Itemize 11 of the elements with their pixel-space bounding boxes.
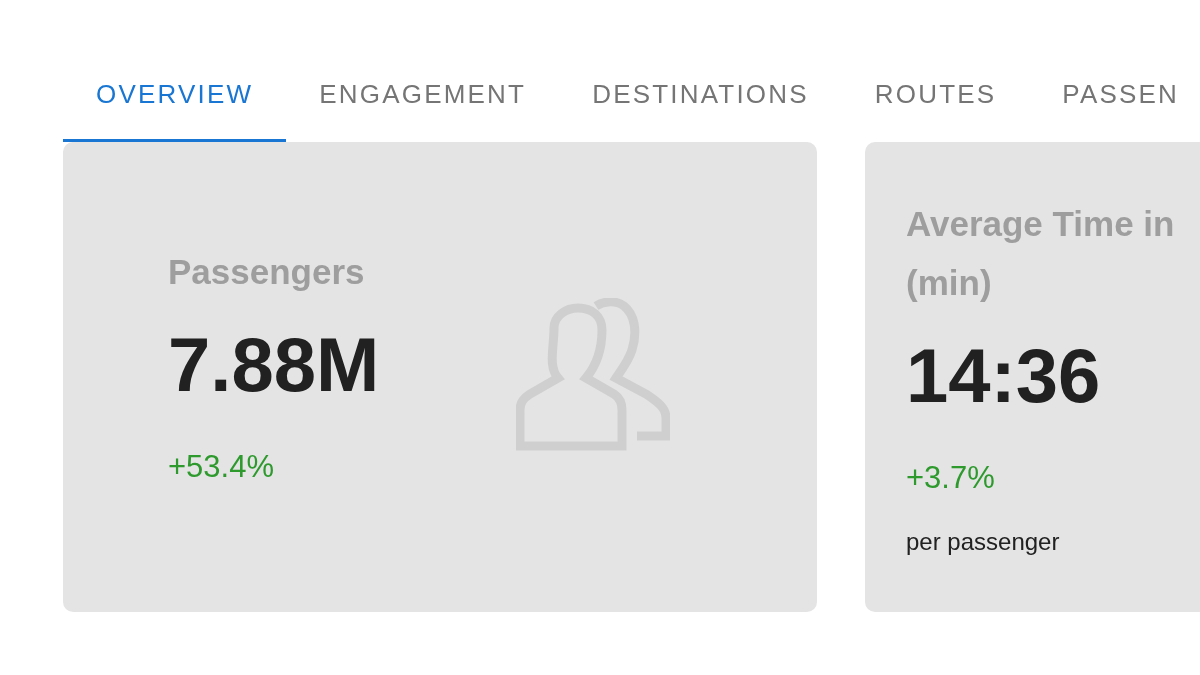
tab[interactable]: PASSEN bbox=[1029, 46, 1200, 142]
change-percent: +53.4% bbox=[168, 449, 275, 485]
stat-title: Average Time in (min) bbox=[906, 203, 1176, 304]
change-percent: +3.7% bbox=[906, 460, 996, 496]
tab[interactable]: ENGAGEMENT bbox=[286, 46, 560, 142]
stat-note: per passenger bbox=[906, 527, 1061, 557]
stat-value: 7.88M bbox=[168, 325, 380, 405]
tab[interactable]: DESTINATIONS bbox=[559, 46, 842, 142]
stat-title: Passengers bbox=[168, 251, 366, 293]
stat-value: 14:36 bbox=[906, 336, 1102, 416]
tab[interactable]: ROUTES bbox=[841, 46, 1030, 142]
